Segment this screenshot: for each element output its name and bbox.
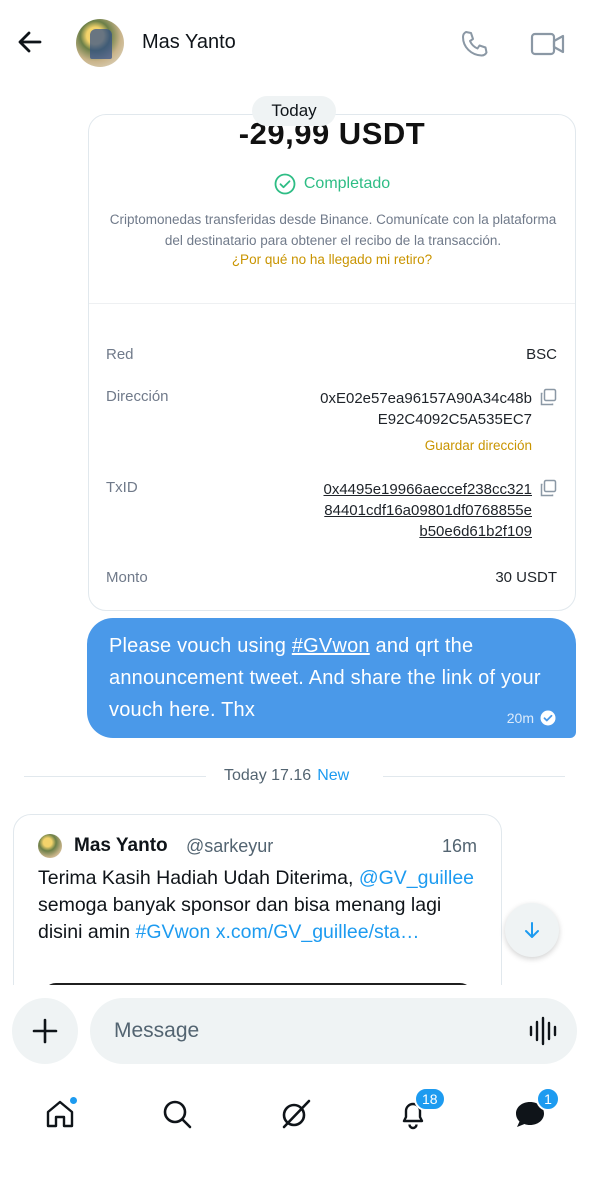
nav-home[interactable] (36, 1090, 84, 1138)
copy-icon[interactable] (539, 479, 557, 497)
bottom-nav: 18 1 (0, 1080, 589, 1150)
network-value: BSC (526, 346, 557, 363)
search-icon (163, 1100, 192, 1129)
contact-avatar[interactable] (76, 19, 124, 67)
home-notification-dot (69, 1096, 78, 1105)
address-label: Dirección (106, 388, 169, 405)
grok-icon (282, 1099, 311, 1129)
network-label: Red (106, 346, 134, 363)
amount-value: 30 USDT (495, 569, 557, 586)
tweet-text: Terima Kasih Hadiah Udah Diterima, @GV_g… (38, 865, 486, 946)
call-button[interactable] (458, 28, 490, 65)
tweet-author-handle: @sarkeyur (186, 836, 274, 856)
tweet-avatar (38, 834, 62, 858)
voice-waveform-icon (529, 1016, 557, 1046)
tweet-author-name: Mas Yanto (74, 835, 168, 856)
address-value: 0xE02e57ea96157A90A34c48b E92C4092C5A535… (320, 388, 532, 430)
mention-link[interactable]: @GV_guillee (359, 867, 474, 889)
plus-icon (32, 1018, 58, 1044)
messages-badge: 1 (536, 1087, 560, 1111)
amount-label: Monto (106, 569, 148, 586)
status-label: Completado (303, 175, 391, 192)
hashtag-link[interactable]: #GVwon (136, 921, 211, 943)
add-attachment-button[interactable] (12, 998, 78, 1064)
message-text-part: Please vouch using (109, 635, 292, 657)
nav-grok[interactable] (271, 1090, 319, 1138)
date-pill: Today (252, 96, 336, 126)
transaction-amount: -29,99 USDT (238, 116, 426, 151)
txid-link[interactable]: 0x4495e19966aeccef238cc321 84401cdf16a09… (323, 479, 532, 542)
phone-icon (462, 31, 488, 57)
address-line: 0xE02e57ea96157A90A34c48b (320, 390, 532, 407)
transaction-card[interactable]: -29,99 USDT Completado Criptomonedas tra… (88, 114, 576, 611)
nav-messages[interactable]: 1 (506, 1087, 560, 1138)
scroll-to-bottom-button[interactable] (505, 903, 559, 957)
message-time: 20m (506, 710, 534, 726)
txid-line: 84401cdf16a09801df0768855e (324, 502, 532, 519)
video-call-button[interactable] (530, 30, 566, 63)
shared-tweet-card[interactable]: Mas Yanto @sarkeyur 16m Terima Kasih Had… (13, 814, 502, 1014)
new-messages-divider: Today 17.16 New (24, 765, 565, 787)
check-circle-icon (274, 173, 296, 195)
txid-label: TxID (106, 479, 138, 496)
nav-notifications[interactable]: 18 (389, 1087, 446, 1138)
save-address-link[interactable]: Guardar dirección (425, 438, 532, 453)
copy-icon[interactable] (539, 388, 557, 406)
tweet-text-part: Terima Kasih Hadiah Udah Diterima, (38, 867, 359, 889)
txid-line: b50e6d61b2f109 (419, 523, 532, 540)
arrow-down-icon (525, 922, 539, 938)
transaction-status: Completado (89, 173, 575, 195)
nav-search[interactable] (153, 1090, 201, 1138)
transaction-description: Criptomonedas transferidas desde Binance… (109, 212, 557, 248)
new-label: New (317, 767, 350, 784)
notifications-badge: 18 (414, 1087, 446, 1111)
divider-time: Today 17.16 (224, 767, 312, 784)
hashtag-link[interactable]: #GVwon (292, 635, 370, 657)
message-text: Please vouch using #GVwon and qrt the an… (109, 630, 559, 726)
why-not-arrived-link[interactable]: ¿Por qué no ha llegado mi retiro? (89, 252, 575, 267)
address-line: E92C4092C5A535EC7 (377, 411, 532, 428)
sent-message-bubble[interactable]: Please vouch using #GVwon and qrt the an… (87, 618, 576, 738)
voice-message-button[interactable] (528, 1016, 560, 1051)
txid-line: 0x4495e19966aeccef238cc321 (323, 481, 532, 498)
message-timestamp: 20m (507, 710, 556, 726)
chat-header: Mas Yanto (0, 0, 589, 90)
divider (89, 303, 575, 304)
message-input[interactable] (90, 998, 577, 1064)
message-composer (0, 985, 589, 1065)
url-link[interactable]: x.com/GV_guillee/sta… (216, 921, 420, 943)
tweet-time: 16m (441, 836, 477, 856)
back-arrow-icon (18, 31, 42, 53)
video-camera-icon (530, 32, 565, 56)
contact-name[interactable]: Mas Yanto (142, 31, 236, 54)
back-button[interactable] (14, 26, 46, 58)
read-check-icon (540, 710, 556, 726)
